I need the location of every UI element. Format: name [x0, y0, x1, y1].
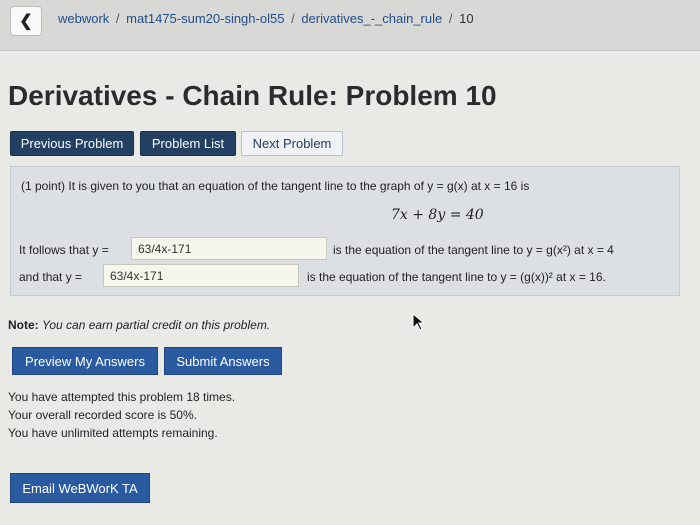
answer-input-2[interactable] [103, 264, 299, 287]
score-status: Your overall recorded score is 50%. [8, 408, 197, 422]
breadcrumb-course[interactable]: mat1475-sum20-singh-ol55 [126, 11, 284, 26]
previous-problem-button[interactable]: Previous Problem [10, 131, 134, 156]
answer-input-1[interactable] [131, 237, 327, 260]
breadcrumb-set[interactable]: derivatives_-_chain_rule [301, 11, 442, 26]
email-ta-button[interactable]: Email WeBWorK TA [10, 473, 150, 503]
breadcrumb-separator: / [115, 11, 120, 26]
attempts-status: You have attempted this problem 18 times… [8, 390, 236, 404]
row2-suffix: is the equation of the tangent line to y… [307, 270, 606, 284]
breadcrumb-webwork[interactable]: webwork [58, 11, 109, 26]
preview-answers-button[interactable]: Preview My Answers [12, 347, 158, 375]
remaining-status: You have unlimited attempts remaining. [8, 426, 218, 440]
partial-credit-note: Note: You can earn partial credit on thi… [8, 318, 270, 332]
top-bar: ❮ webwork / mat1475-sum20-singh-ol55 / d… [0, 0, 700, 51]
breadcrumb-separator: / [448, 11, 453, 26]
note-label: Note: [8, 318, 39, 332]
breadcrumb: webwork / mat1475-sum20-singh-ol55 / der… [58, 11, 474, 26]
breadcrumb-problem: 10 [459, 11, 474, 26]
submit-answers-button[interactable]: Submit Answers [164, 347, 282, 375]
breadcrumb-separator: / [291, 11, 295, 26]
tangent-equation: 7x + 8y = 40 [391, 207, 484, 223]
chevron-left-icon: ❮ [19, 13, 33, 30]
problem-list-button[interactable]: Problem List [140, 131, 236, 156]
back-button[interactable]: ❮ [10, 6, 42, 36]
page-title: Derivatives - Chain Rule: Problem 10 [8, 80, 497, 111]
problem-statement: (1 point) It is given to you that an equ… [21, 179, 530, 193]
problem-box: (1 point) It is given to you that an equ… [10, 166, 680, 296]
note-text: You can earn partial credit on this prob… [42, 318, 271, 332]
mouse-pointer-icon [412, 313, 426, 331]
row1-prefix: It follows that y = [19, 243, 109, 257]
row2-prefix: and that y = [19, 270, 83, 284]
next-problem-button[interactable]: Next Problem [241, 131, 343, 156]
row1-suffix: is the equation of the tangent line to y… [333, 243, 614, 257]
